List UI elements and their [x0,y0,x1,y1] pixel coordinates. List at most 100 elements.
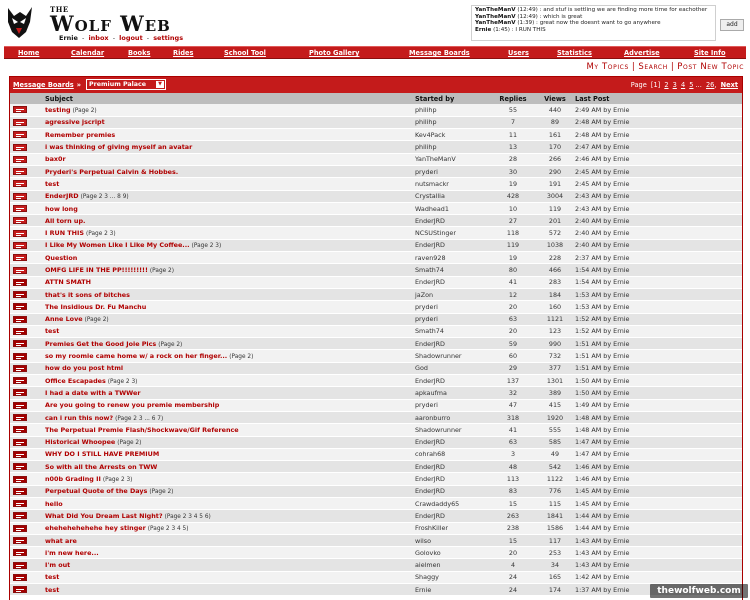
topic-starter[interactable]: Kev4Pack [413,128,489,142]
topic-last-post[interactable]: 1:45 AM by Ernie [573,485,742,499]
topic-starter[interactable]: apkaufma [413,386,489,400]
topic-folder-icon[interactable] [13,241,27,249]
topic-folder-icon[interactable] [13,573,27,581]
nav-message-boards[interactable]: Message Boards [409,47,470,59]
topic-starter[interactable]: Crawdaddy65 [413,497,489,511]
topic-page-links[interactable]: (Page 2 3 ... 8 9) [81,194,129,200]
topic-last-post[interactable]: 1:52 AM by Ernie [573,313,742,326]
topic-subject-link[interactable]: what are [45,537,77,545]
topic-subject-link[interactable]: The Insidious Dr. Fu Manchu [45,303,146,311]
topic-starter[interactable]: Crystallia [413,190,489,203]
topic-last-post[interactable]: 1:43 AM by Ernie [573,558,742,572]
topic-last-post[interactable]: 2:45 AM by Ernie [573,165,742,179]
topic-folder-icon[interactable] [13,549,27,557]
nav-calendar[interactable]: Calendar [71,47,104,59]
shout-add-button[interactable]: add [720,19,744,31]
topic-folder-icon[interactable] [13,131,27,139]
topic-starter[interactable]: pryderi [413,300,489,314]
nav-advertise[interactable]: Advertise [624,47,660,59]
topic-folder-icon[interactable] [13,475,27,483]
topic-folder-icon[interactable] [13,205,27,213]
topic-page-links[interactable]: (Page 2 3) [192,243,222,249]
my-topics-link[interactable]: My Topics [586,62,628,72]
topic-starter[interactable]: Golovko [413,546,489,560]
topic-starter[interactable]: Shadowrunner [413,423,489,437]
topic-last-post[interactable]: 1:53 AM by Ernie [573,288,742,302]
topic-folder-icon[interactable] [13,118,27,126]
topic-subject-link[interactable]: So with all the Arrests on TWW [45,463,157,471]
topic-last-post[interactable]: 2:45 AM by Ernie [573,177,742,191]
topic-folder-icon[interactable] [13,500,27,508]
nav-school-tool[interactable]: School Tool [224,47,266,59]
topic-last-post[interactable]: 2:49 AM by Ernie [573,104,742,117]
settings-link[interactable]: settings [153,34,183,42]
topic-starter[interactable]: YanTheManV [413,153,489,166]
topic-last-post[interactable]: 1:53 AM by Ernie [573,300,742,314]
pager-page-3[interactable]: 3 [673,81,677,89]
topic-page-links[interactable]: (Page 2 3 ... 6 7) [115,416,163,422]
topic-folder-icon[interactable] [13,401,27,409]
topic-folder-icon[interactable] [13,512,27,520]
topic-last-post[interactable]: 1:42 AM by Ernie [573,571,742,585]
topic-subject-link[interactable]: testing [45,106,71,114]
nav-statistics[interactable]: Statistics [557,47,592,59]
topic-starter[interactable]: aaronburro [413,411,489,425]
topic-starter[interactable]: EnderJRD [413,485,489,499]
topic-subject-link[interactable]: Office Escapades [45,377,106,385]
topic-starter[interactable]: nutsmackr [413,177,489,191]
topic-subject-link[interactable]: The Perpetual Premie Flash/Shockwave/Gif… [45,426,239,434]
topic-starter[interactable]: Smath74 [413,325,489,339]
inbox-link[interactable]: inbox [88,34,108,42]
topic-subject-link[interactable]: Perpetual Quote of the Days [45,487,147,495]
topic-starter[interactable]: wilso [413,534,489,548]
topic-page-links[interactable]: (Page 2) [73,108,97,114]
topic-folder-icon[interactable] [13,377,27,385]
topic-folder-icon[interactable] [13,414,27,422]
topic-folder-icon[interactable] [13,192,27,200]
topic-last-post[interactable]: 2:40 AM by Ernie [573,214,742,228]
topic-subject-link[interactable]: i was thinking of giving myself an avata… [45,143,192,151]
topic-starter[interactable]: EnderJRD [413,436,489,449]
pager-page-2[interactable]: 2 [664,81,668,89]
topic-page-links[interactable]: (Page 2) [85,317,109,323]
topic-subject-link[interactable]: agressive jscript [45,118,105,126]
nav-rides[interactable]: Rides [173,47,193,59]
topic-folder-icon[interactable] [13,254,27,262]
topic-subject-link[interactable]: hello [45,500,63,508]
topic-last-post[interactable]: 2:40 AM by Ernie [573,226,742,240]
topic-starter[interactable]: EnderJRD [413,509,489,523]
breadcrumb-message-boards[interactable]: Message Boards [13,81,74,89]
topic-last-post[interactable]: 2:37 AM by Ernie [573,251,742,265]
topic-last-post[interactable]: 2:48 AM by Ernie [573,128,742,142]
topic-starter[interactable]: FroshKiller [413,522,489,535]
topic-starter[interactable]: EnderJRD [413,239,489,253]
topic-starter[interactable]: cohrah68 [413,448,489,462]
topic-last-post[interactable]: 2:48 AM by Ernie [573,116,742,130]
topic-starter[interactable]: Wadhead1 [413,202,489,216]
topic-starter[interactable]: EnderJRD [413,374,489,388]
topic-last-post[interactable]: 1:51 AM by Ernie [573,362,742,376]
topic-subject-link[interactable]: test [45,573,59,581]
topic-starter[interactable]: Shaggy [413,571,489,585]
topic-folder-icon[interactable] [13,291,27,299]
topic-page-links[interactable]: (Page 2) [229,354,253,360]
topic-starter[interactable]: philihp [413,104,489,117]
topic-folder-icon[interactable] [13,106,27,114]
topic-starter[interactable]: EnderJRD [413,214,489,228]
topic-subject-link[interactable]: Question [45,254,77,262]
topic-last-post[interactable]: 1:46 AM by Ernie [573,472,742,486]
topic-last-post[interactable]: 1:46 AM by Ernie [573,460,742,474]
topic-subject-link[interactable]: What Did You Dream Last Night? [45,512,163,520]
topic-subject-link[interactable]: I had a date with a TWWer [45,389,140,397]
topic-starter[interactable]: Ernie [413,583,489,597]
search-link[interactable]: Search [638,62,667,72]
topic-page-links[interactable]: (Page 2 3) [108,379,138,385]
topic-subject-link[interactable]: test [45,180,59,188]
topic-folder-icon[interactable] [13,561,27,569]
topic-subject-link[interactable]: All torn up. [45,217,85,225]
topic-last-post[interactable]: 1:51 AM by Ernie [573,337,742,351]
nav-site-info[interactable]: Site Info [694,47,725,59]
topic-folder-icon[interactable] [13,327,27,335]
topic-subject-link[interactable]: test [45,327,59,335]
topic-starter[interactable]: EnderJRD [413,472,489,486]
